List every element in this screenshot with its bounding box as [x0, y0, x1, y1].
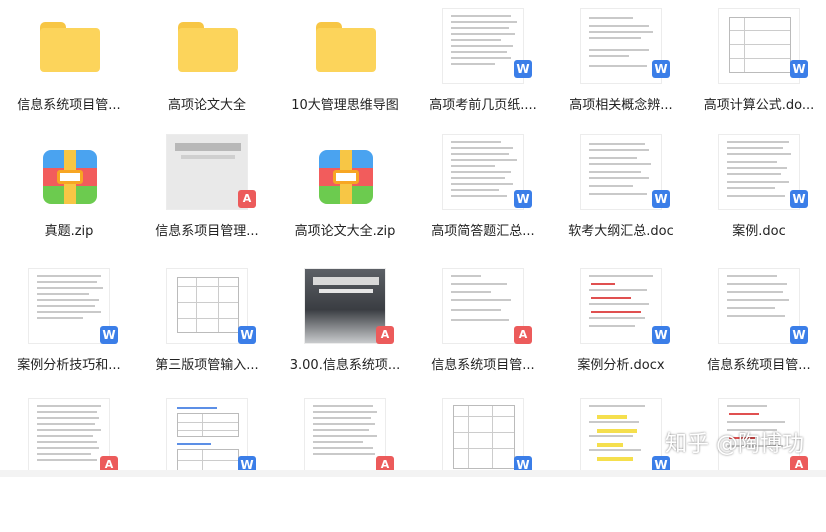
file-name: 3.00.信息系统项... [289, 358, 401, 373]
file-item-zip[interactable]: 真题.zip [0, 134, 138, 268]
document-preview: W [552, 268, 690, 350]
document-preview: W [414, 134, 552, 216]
file-item-word[interactable]: W [138, 398, 276, 532]
file-name: 案例分析.docx [577, 358, 665, 373]
document-preview: W [690, 268, 826, 350]
archive-icon [0, 134, 138, 216]
document-preview: W [0, 268, 138, 350]
file-item-pdf[interactable]: A 信息系项目管理... [138, 134, 276, 268]
document-preview: W [690, 8, 826, 90]
file-name: 案例分析技巧和... [17, 358, 121, 373]
file-item-word[interactable]: W 案例分析技巧和... [0, 268, 138, 402]
word-badge-icon: W [652, 60, 670, 78]
word-badge-icon: W [514, 60, 532, 78]
word-badge-icon: W [652, 190, 670, 208]
file-item-pdf[interactable]: A [690, 398, 826, 532]
document-preview: W [552, 8, 690, 90]
file-name: 第三版项管输入... [155, 358, 259, 373]
document-preview: A [0, 398, 138, 480]
file-item-zip[interactable]: 高项论文大全.zip [276, 134, 414, 268]
file-item-folder[interactable]: 10大管理思维导图 [276, 8, 414, 142]
archive-icon [276, 134, 414, 216]
file-item-word[interactable]: W 案例分析.docx [552, 268, 690, 402]
word-badge-icon: W [100, 326, 118, 344]
document-preview: W [414, 398, 552, 480]
file-name: 软考大纲汇总.doc [568, 224, 674, 239]
file-name: 真题.zip [44, 224, 94, 239]
file-item-word[interactable]: W 高项相关概念辨... [552, 8, 690, 142]
document-preview: A [276, 398, 414, 480]
file-name: 信息系统项目管... [431, 358, 535, 373]
word-badge-icon: W [652, 326, 670, 344]
file-name: 信息系统项目管... [17, 98, 121, 113]
file-grid: 信息系统项目管... 高项论文大全 10大管理思维导图 W 高项考前几页纸...… [0, 0, 826, 477]
file-item-word[interactable]: W 第三版项管输入... [138, 268, 276, 402]
file-name: 案例.doc [732, 224, 786, 239]
folder-icon [0, 8, 138, 90]
file-name: 10大管理思维导图 [291, 98, 399, 113]
scroll-edge [0, 470, 826, 477]
document-preview: W [690, 134, 826, 216]
file-name: 高项考前几页纸.... [429, 98, 537, 113]
document-preview: A [414, 268, 552, 350]
pdf-badge-icon: A [238, 190, 256, 208]
file-item-pdf[interactable]: A [0, 398, 138, 532]
file-item-pdf[interactable]: A 3.00.信息系统项... [276, 268, 414, 402]
file-item-word[interactable]: W 信息系统项目管... [690, 268, 826, 402]
word-badge-icon: W [514, 190, 532, 208]
file-name: 信息系项目管理... [155, 224, 259, 239]
word-badge-icon: W [790, 190, 808, 208]
file-name: 信息系统项目管... [707, 358, 811, 373]
pdf-badge-icon: A [376, 326, 394, 344]
file-item-word[interactable]: W 高项计算公式.do... [690, 8, 826, 142]
folder-icon [276, 8, 414, 90]
file-item-pdf[interactable]: A [276, 398, 414, 532]
file-item-pdf[interactable]: A 信息系统项目管... [414, 268, 552, 402]
file-item-word[interactable]: W [552, 398, 690, 532]
file-item-word[interactable]: W 案例.doc [690, 134, 826, 268]
folder-icon [138, 8, 276, 90]
file-item-word[interactable]: W [414, 398, 552, 532]
word-badge-icon: W [790, 326, 808, 344]
file-name: 高项简答题汇总... [431, 224, 535, 239]
file-item-word[interactable]: W 高项考前几页纸.... [414, 8, 552, 142]
word-badge-icon: W [238, 326, 256, 344]
file-name: 高项计算公式.do... [703, 98, 815, 113]
file-name: 高项论文大全 [167, 98, 246, 113]
file-item-folder[interactable]: 信息系统项目管... [0, 8, 138, 142]
document-preview: W [138, 268, 276, 350]
document-preview: A [138, 134, 276, 216]
document-preview: A [276, 268, 414, 350]
file-name: 高项论文大全.zip [294, 224, 396, 239]
pdf-badge-icon: A [514, 326, 532, 344]
file-item-word[interactable]: W 高项简答题汇总... [414, 134, 552, 268]
file-item-word[interactable]: W 软考大纲汇总.doc [552, 134, 690, 268]
file-item-folder[interactable]: 高项论文大全 [138, 8, 276, 142]
document-preview: W [138, 398, 276, 480]
word-badge-icon: W [790, 60, 808, 78]
document-preview: W [414, 8, 552, 90]
watermark: 知乎 @陶博功 [665, 432, 804, 457]
file-name: 高项相关概念辨... [569, 98, 673, 113]
document-preview: W [552, 134, 690, 216]
